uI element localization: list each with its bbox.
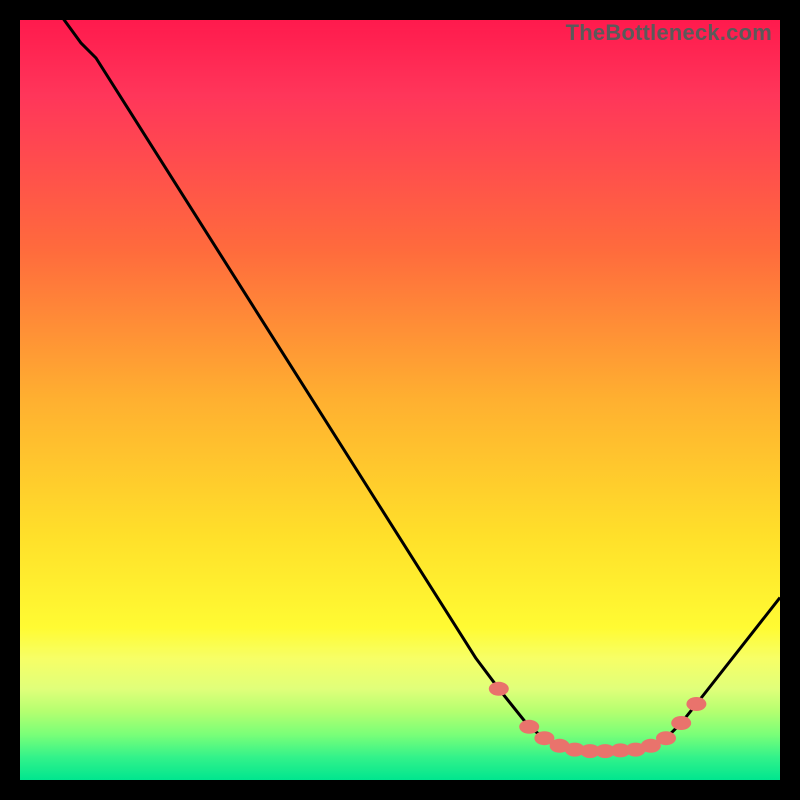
bottleneck-curve: [20, 0, 780, 751]
chart-svg: [20, 20, 780, 780]
data-marker: [686, 697, 706, 711]
plot-area: TheBottleneck.com: [20, 20, 780, 780]
chart-frame: TheBottleneck.com: [20, 20, 780, 780]
data-marker: [519, 720, 539, 734]
marker-group: [489, 682, 707, 758]
data-marker: [656, 731, 676, 745]
data-marker: [671, 716, 691, 730]
data-marker: [489, 682, 509, 696]
